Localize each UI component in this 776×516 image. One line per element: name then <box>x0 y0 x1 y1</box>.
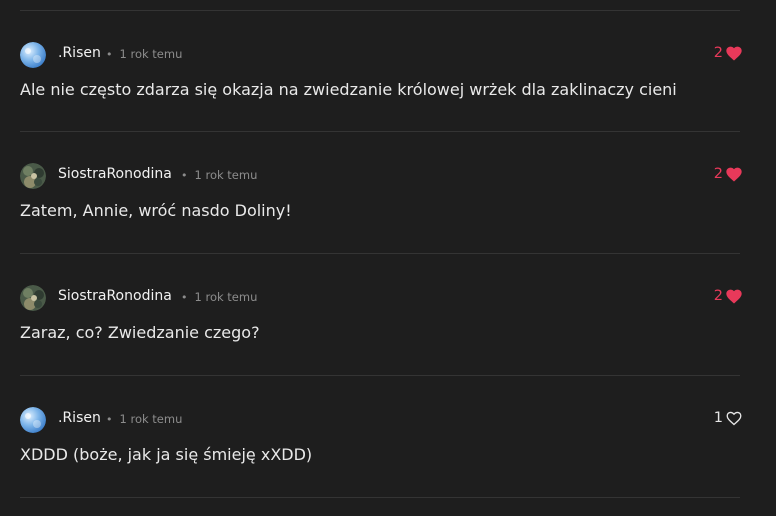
meta-separator: • <box>106 48 113 61</box>
camo-character-avatar-icon <box>20 285 46 311</box>
comment-time: 1 rok temu <box>194 168 258 182</box>
divider <box>20 10 740 11</box>
comment-item: .Risen • 1 rok temu 1 XDDD (boże, jak ja … <box>0 387 776 477</box>
blue-sky-avatar-icon <box>20 407 46 433</box>
comment-text: Zatem, Annie, wróć nasdo Doliny! <box>20 201 292 220</box>
meta-separator: • <box>181 169 188 182</box>
author-name[interactable]: .Risen <box>58 408 101 428</box>
divider <box>20 253 740 254</box>
like-count: 2 <box>713 45 723 61</box>
comment-meta: • 1 rok temu <box>181 166 257 185</box>
comment-item: SiostraRonodina • 1 rok temu 2 Zatem, Ann… <box>0 143 776 233</box>
divider <box>20 375 740 376</box>
author-name[interactable]: .Risen <box>58 43 101 63</box>
avatar[interactable] <box>20 407 46 433</box>
camo-character-avatar-icon <box>20 163 46 189</box>
comment-text: XDDD (boże, jak ja się śmieję xXDD) <box>20 445 313 464</box>
like-button[interactable]: 2 <box>714 42 742 64</box>
meta-separator: • <box>106 413 113 426</box>
comment-time: 1 rok temu <box>119 412 183 426</box>
heart-filled-icon <box>726 167 742 182</box>
comment-item: .Risen • 1 rok temu 2 Ale nie często zdar… <box>0 22 776 112</box>
comment-item: SiostraRonodina • 1 rok temu 2 Zaraz, co?… <box>0 265 776 355</box>
blue-sky-avatar-icon <box>20 42 46 68</box>
avatar[interactable] <box>20 285 46 311</box>
like-button[interactable]: 1 <box>714 407 742 429</box>
like-button[interactable]: 2 <box>714 285 742 307</box>
heart-filled-icon <box>726 46 742 61</box>
like-count: 2 <box>713 288 723 304</box>
author-name[interactable]: SiostraRonodina <box>58 164 172 184</box>
divider <box>20 131 740 132</box>
meta-separator: • <box>181 291 188 304</box>
author-name[interactable]: SiostraRonodina <box>58 286 172 306</box>
comment-meta: • 1 rok temu <box>106 410 182 429</box>
like-count: 2 <box>713 166 723 182</box>
comment-time: 1 rok temu <box>194 290 258 304</box>
heart-filled-icon <box>726 289 742 304</box>
avatar[interactable] <box>20 163 46 189</box>
heart-outline-icon <box>726 411 742 426</box>
comment-time: 1 rok temu <box>119 47 183 61</box>
comment-text: Ale nie często zdarza się okazja na zwie… <box>20 80 677 99</box>
comment-meta: • 1 rok temu <box>106 45 182 64</box>
comment-text: Zaraz, co? Zwiedzanie czego? <box>20 323 260 342</box>
like-button[interactable]: 2 <box>714 163 742 185</box>
divider <box>20 497 740 498</box>
avatar[interactable] <box>20 42 46 68</box>
like-count: 1 <box>713 410 723 426</box>
comment-meta: • 1 rok temu <box>181 288 257 307</box>
